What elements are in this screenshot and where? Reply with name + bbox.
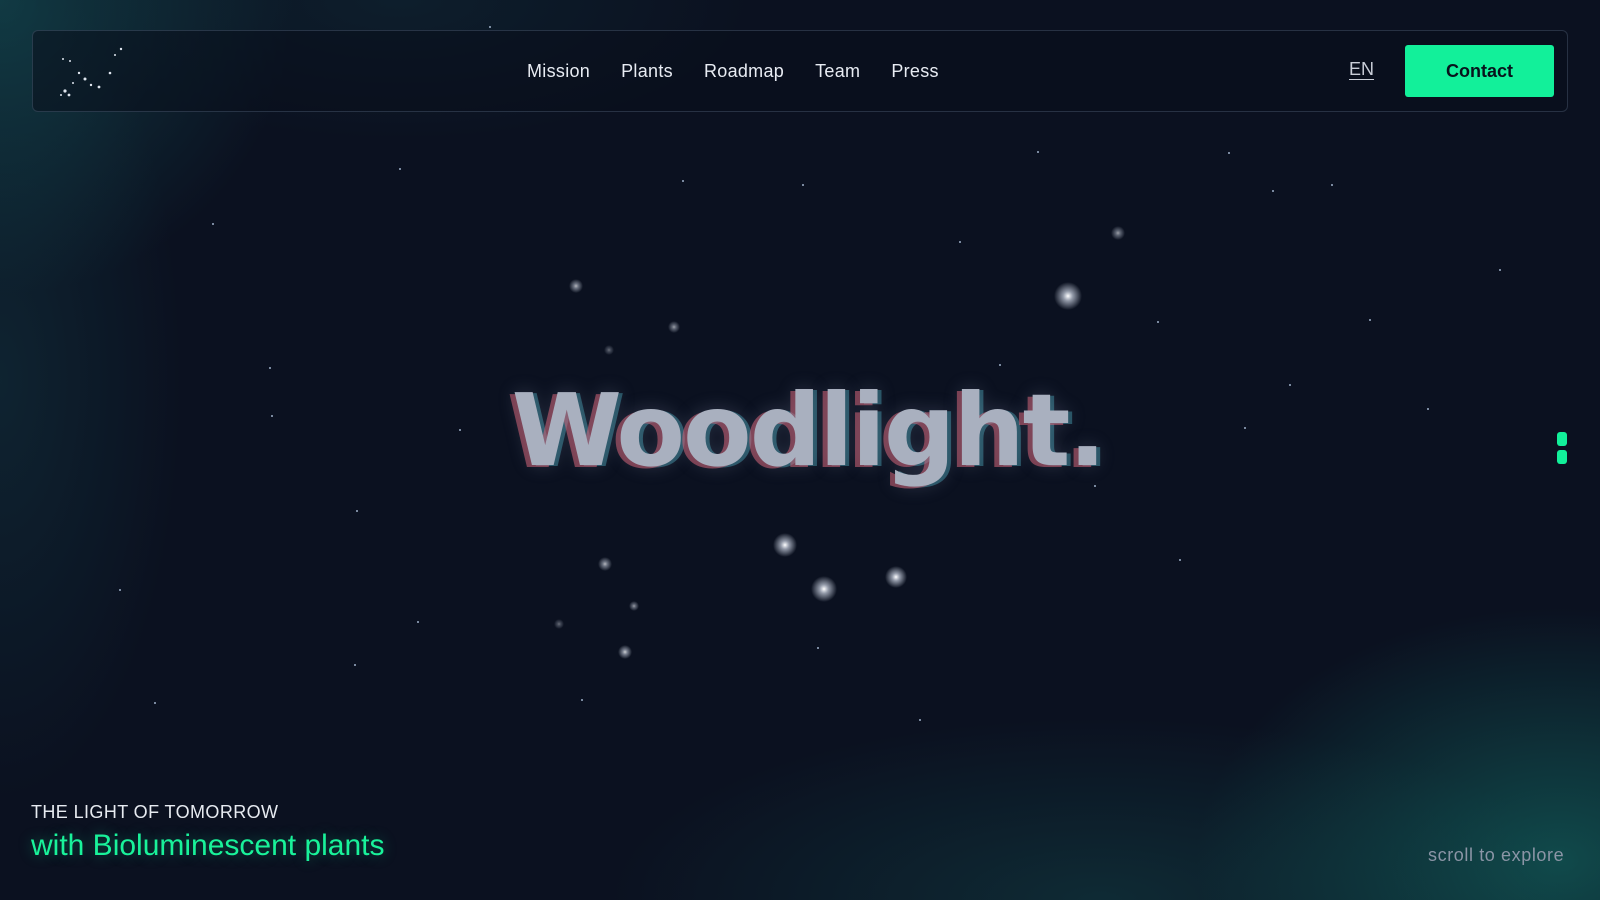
language-switch[interactable]: EN bbox=[1349, 59, 1374, 80]
main-nav: Mission Plants Roadmap Team Press bbox=[527, 31, 970, 111]
constellation-logo-icon[interactable] bbox=[55, 43, 135, 101]
contact-button[interactable]: Contact bbox=[1405, 45, 1554, 97]
nav-item-press[interactable]: Press bbox=[891, 61, 939, 82]
pager-dot-2[interactable] bbox=[1557, 450, 1567, 464]
tagline-headline: with Bioluminescent plants bbox=[31, 829, 385, 862]
hero-title: Woodlight. bbox=[511, 372, 1107, 489]
nav-item-team[interactable]: Team bbox=[815, 61, 860, 82]
nav-item-roadmap[interactable]: Roadmap bbox=[704, 61, 784, 82]
pager-dot-1[interactable] bbox=[1557, 432, 1567, 446]
scroll-to-explore-hint[interactable]: scroll to explore bbox=[1428, 845, 1564, 866]
hero-tagline: THE LIGHT OF TOMORROW with Bioluminescen… bbox=[31, 802, 385, 863]
section-pager bbox=[1557, 432, 1567, 468]
nav-item-plants[interactable]: Plants bbox=[621, 61, 673, 82]
top-navigation-bar: Mission Plants Roadmap Team Press EN Con… bbox=[32, 30, 1568, 112]
hero-section: Mission Plants Roadmap Team Press EN Con… bbox=[0, 0, 1600, 900]
nav-item-mission[interactable]: Mission bbox=[527, 61, 590, 82]
tagline-kicker: THE LIGHT OF TOMORROW bbox=[31, 802, 279, 822]
